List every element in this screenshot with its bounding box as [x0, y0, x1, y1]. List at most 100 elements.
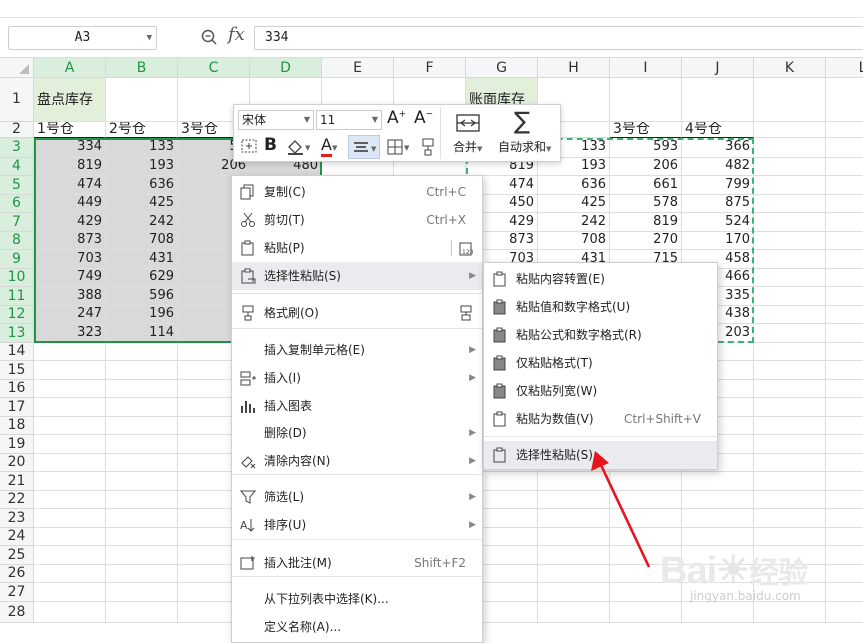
column-header-l[interactable]: L [826, 58, 863, 78]
cell[interactable]: 133 [106, 138, 178, 158]
cell[interactable]: 170 [682, 232, 754, 250]
borders-icon[interactable]: ▼ [386, 138, 412, 156]
cell[interactable] [34, 509, 106, 528]
row-header-2[interactable]: 2 [0, 122, 34, 138]
cell[interactable] [754, 78, 826, 122]
cell[interactable] [826, 232, 863, 250]
font-name-select[interactable]: 宋体 ▼ [238, 110, 314, 130]
row-header-1[interactable]: 1 [0, 78, 34, 122]
cell[interactable] [754, 472, 826, 491]
row-header-28[interactable]: 28 [0, 602, 34, 623]
cell[interactable]: 193 [106, 158, 178, 176]
row-header-3[interactable]: 3 [0, 138, 34, 158]
cell[interactable]: 425 [106, 195, 178, 213]
cell[interactable] [826, 546, 863, 565]
cell[interactable] [826, 306, 863, 324]
cell[interactable] [754, 232, 826, 250]
row-header-11[interactable]: 11 [0, 287, 34, 306]
cell[interactable] [106, 78, 178, 122]
cell[interactable]: 334 [34, 138, 106, 158]
cell[interactable] [826, 509, 863, 528]
cell[interactable]: 708 [106, 232, 178, 250]
cell[interactable]: 629 [106, 269, 178, 287]
cell[interactable] [754, 138, 826, 158]
cell[interactable] [34, 528, 106, 546]
submenu-item-paste-format[interactable]: 仅粘贴格式(T) [484, 349, 717, 377]
format-brush-icon[interactable] [420, 137, 436, 157]
cell[interactable] [106, 361, 178, 380]
cell[interactable] [682, 472, 754, 491]
row-header-12[interactable]: 12 [0, 306, 34, 324]
cell[interactable] [826, 324, 863, 343]
cell[interactable] [754, 287, 826, 306]
column-label[interactable]: 2号仓 [106, 122, 178, 138]
cell[interactable] [826, 602, 863, 623]
cell[interactable] [682, 509, 754, 528]
cell[interactable] [826, 158, 863, 176]
row-header-24[interactable]: 24 [0, 528, 34, 546]
cell[interactable] [826, 269, 863, 287]
cell[interactable] [610, 602, 682, 623]
cell[interactable] [826, 380, 863, 398]
cell[interactable] [826, 454, 863, 472]
zoom-icon[interactable] [200, 28, 218, 46]
menu-item-format-painter[interactable]: 格式刷(O) [232, 299, 482, 327]
cell[interactable]: 819 [610, 213, 682, 232]
menu-item-clear[interactable]: 清除内容(N) ▶ [232, 447, 482, 475]
cell[interactable]: 799 [682, 176, 754, 195]
row-header-8[interactable]: 8 [0, 232, 34, 250]
cell[interactable] [826, 287, 863, 306]
row-header-19[interactable]: 19 [0, 435, 34, 454]
cell[interactable] [826, 138, 863, 158]
fill-color-icon[interactable]: ▼ [286, 138, 312, 156]
cell[interactable] [106, 454, 178, 472]
column-header-c[interactable]: C [178, 58, 250, 78]
cell[interactable] [106, 509, 178, 528]
cell[interactable] [754, 417, 826, 435]
menu-item-sort[interactable]: A 排序(U) ▶ [232, 511, 482, 539]
column-label[interactable]: 3号仓 [610, 122, 682, 138]
column-header-h[interactable]: H [538, 58, 610, 78]
cell[interactable]: 449 [34, 195, 106, 213]
cell[interactable] [106, 528, 178, 546]
cell[interactable] [34, 565, 106, 583]
cell[interactable] [34, 602, 106, 623]
cell[interactable]: 431 [106, 250, 178, 269]
row-header-26[interactable]: 26 [0, 565, 34, 583]
row-header-20[interactable]: 20 [0, 454, 34, 472]
cell[interactable] [538, 583, 610, 602]
row-header-5[interactable]: 5 [0, 176, 34, 195]
row-header-9[interactable]: 9 [0, 250, 34, 269]
cell[interactable] [754, 195, 826, 213]
cell[interactable] [826, 435, 863, 454]
submenu-item-paste-as-value[interactable]: 粘贴为数值(V) Ctrl+Shift+V [484, 405, 717, 433]
menu-item-insert[interactable]: 插入(I) ▶ [232, 364, 482, 392]
merge-icon[interactable] [456, 113, 480, 133]
cell[interactable] [754, 324, 826, 343]
cell[interactable] [34, 380, 106, 398]
cell[interactable]: 636 [538, 176, 610, 195]
cell[interactable] [826, 78, 863, 122]
cell[interactable] [682, 602, 754, 623]
cell[interactable] [826, 361, 863, 380]
submenu-item-paste-values[interactable]: 粘贴值和数字格式(U) [484, 293, 717, 321]
cell[interactable] [682, 78, 754, 122]
cell[interactable]: 661 [610, 176, 682, 195]
cell[interactable] [106, 343, 178, 361]
column-header-j[interactable]: J [682, 58, 754, 78]
row-header-15[interactable]: 15 [0, 361, 34, 380]
cell[interactable] [34, 343, 106, 361]
fx-icon[interactable]: fx [228, 24, 245, 45]
menu-item-chart[interactable]: 插入图表 [232, 392, 482, 420]
cell[interactable] [106, 380, 178, 398]
cell[interactable] [754, 528, 826, 546]
formula-input[interactable]: 334 [254, 26, 863, 50]
row-header-22[interactable]: 22 [0, 491, 34, 509]
cell[interactable] [34, 361, 106, 380]
font-size-select[interactable]: 11 ▼ [316, 110, 382, 130]
menu-item-filter[interactable]: 筛选(L) ▶ [232, 483, 482, 511]
cell[interactable]: 875 [682, 195, 754, 213]
cell[interactable]: 703 [34, 250, 106, 269]
cell[interactable] [754, 509, 826, 528]
paste-options-icon[interactable]: 123 [458, 240, 474, 256]
